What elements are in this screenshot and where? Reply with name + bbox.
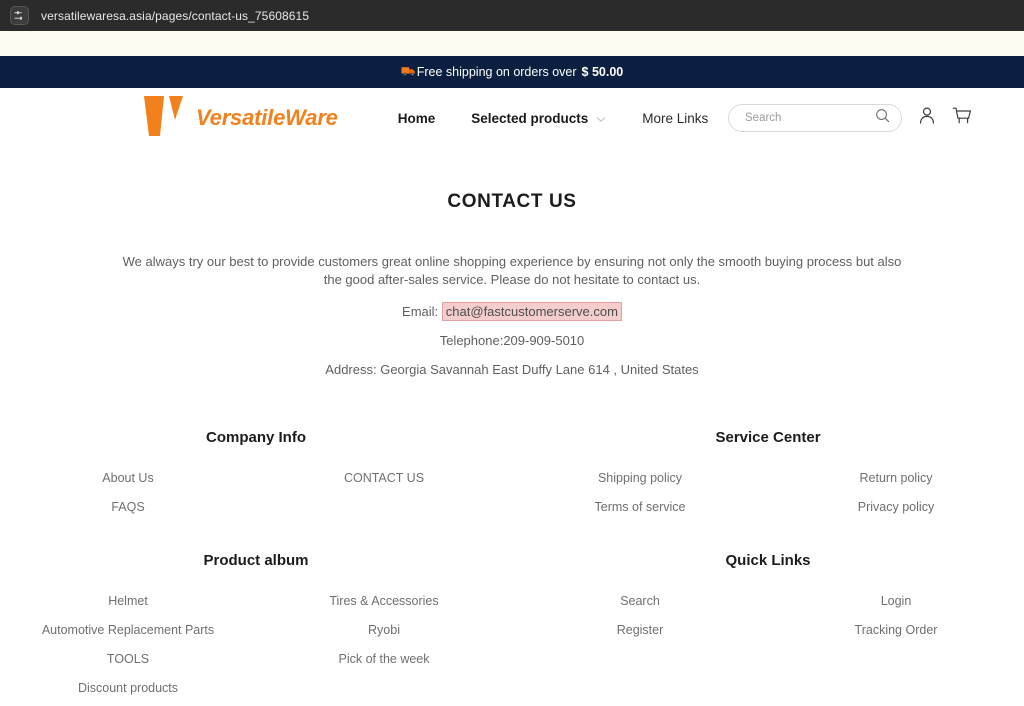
user-account-icon[interactable]	[918, 106, 936, 130]
footer-link-search[interactable]: Search	[512, 594, 768, 608]
chevron-down-icon	[596, 111, 606, 126]
footer-heading: Service Center	[715, 429, 821, 446]
promo-banner: Free shipping on orders over $ 50.00	[0, 56, 1024, 88]
footer-link-grid: Helmet Tires & Accessories Automotive Re…	[0, 594, 512, 695]
email-label: Email:	[402, 304, 439, 319]
contact-telephone-line: Telephone:209-909-5010	[439, 333, 585, 348]
footer-link-terms-of-service[interactable]: Terms of service	[512, 500, 768, 514]
footer-section-quick-links: Quick Links Search Login Register Tracki…	[512, 552, 1024, 695]
footer-link-faqs[interactable]: FAQS	[0, 500, 256, 514]
footer-link-automotive-replacement-parts[interactable]: Automotive Replacement Parts	[0, 623, 256, 637]
contact-address-line: Address: Georgia Savannah East Duffy Lan…	[325, 362, 699, 377]
footer-link-shipping-policy[interactable]: Shipping policy	[512, 471, 768, 485]
page-title: CONTACT US	[447, 191, 577, 212]
footer-link-return-policy[interactable]: Return policy	[768, 471, 1024, 485]
intro-paragraph: We always try our best to provide custom…	[0, 253, 1024, 289]
delivery-truck-icon	[401, 65, 416, 80]
footer-row-2: Product album Helmet Tires & Accessories…	[0, 552, 1024, 695]
browser-toolbar: versatilewaresa.asia/pages/contact-us_75…	[0, 0, 1024, 31]
footer-link-helmet[interactable]: Helmet	[0, 594, 256, 608]
shopping-cart-icon[interactable]	[952, 106, 972, 130]
footer-section-company-info: Company Info About Us CONTACT US FAQS	[0, 429, 512, 514]
search-input[interactable]	[743, 111, 875, 125]
promo-amount: $ 50.00	[581, 65, 624, 79]
page-content: CONTACT US We always try our best to pro…	[0, 191, 1024, 695]
footer-heading: Product album	[203, 552, 309, 569]
footer-link-privacy-policy[interactable]: Privacy policy	[768, 500, 1024, 514]
footer-link-about-us[interactable]: About Us	[0, 471, 256, 485]
footer-link-tracking-order[interactable]: Tracking Order	[768, 623, 1024, 637]
promo-banner-content: Free shipping on orders over $ 50.00	[401, 65, 624, 80]
contact-email-line: Email: chat@fastcustomerserve.com	[0, 302, 1024, 321]
nav-item-home[interactable]: Home	[398, 111, 436, 126]
site-header: VersatileWare Home Selected products Mor…	[0, 88, 1024, 148]
search-box[interactable]	[728, 104, 902, 132]
footer-section-product-album: Product album Helmet Tires & Accessories…	[0, 552, 512, 695]
nav-item-selected-products-label: Selected products	[471, 110, 589, 126]
footer-link-tires-accessories[interactable]: Tires & Accessories	[256, 594, 512, 608]
footer-link-contact-us[interactable]: CONTACT US	[256, 471, 512, 485]
email-value[interactable]: chat@fastcustomerserve.com	[441, 302, 622, 321]
url-text[interactable]: versatilewaresa.asia/pages/contact-us_75…	[41, 9, 309, 23]
tune-sliders-icon	[14, 10, 25, 21]
versatileware-v-mark-icon	[142, 94, 190, 143]
footer-link-register[interactable]: Register	[512, 623, 768, 637]
footer-row-1: Company Info About Us CONTACT US FAQS Se…	[0, 429, 1024, 514]
footer-link-ryobi[interactable]: Ryobi	[256, 623, 512, 637]
footer-link-grid: Shipping policy Return policy Terms of s…	[512, 471, 1024, 514]
brand-name: VersatileWare	[196, 105, 338, 130]
footer-heading: Quick Links	[725, 552, 811, 569]
main-navigation: Home Selected products More Links	[398, 111, 709, 126]
site-settings-button[interactable]	[10, 6, 29, 25]
promo-text: Free shipping on orders over	[416, 65, 577, 79]
footer-heading: Company Info	[206, 429, 306, 446]
footer-section-service-center: Service Center Shipping policy Return po…	[512, 429, 1024, 514]
footer-link-grid: Search Login Register Tracking Order	[512, 594, 1024, 637]
intro-line-2: Please do not hesitate to contact us.	[490, 272, 701, 287]
footer-link-login[interactable]: Login	[768, 594, 1024, 608]
footer-link-grid: About Us CONTACT US FAQS	[0, 471, 512, 514]
footer-link-discount-products[interactable]: Discount products	[0, 681, 256, 695]
footer-link-pick-of-the-week[interactable]: Pick of the week	[256, 652, 512, 666]
nav-item-more-links-label: More Links	[642, 110, 709, 126]
brand-logo[interactable]: VersatileWare	[142, 94, 338, 143]
nav-item-more-links[interactable]: More Links	[642, 111, 708, 126]
page-top-strip	[0, 31, 1024, 56]
header-actions	[728, 104, 972, 132]
nav-item-home-label: Home	[397, 110, 436, 126]
search-icon[interactable]	[875, 108, 890, 128]
nav-item-selected-products[interactable]: Selected products	[471, 111, 606, 126]
footer-link-tools[interactable]: TOOLS	[0, 652, 256, 666]
footer-link-sections: Company Info About Us CONTACT US FAQS Se…	[0, 429, 1024, 695]
